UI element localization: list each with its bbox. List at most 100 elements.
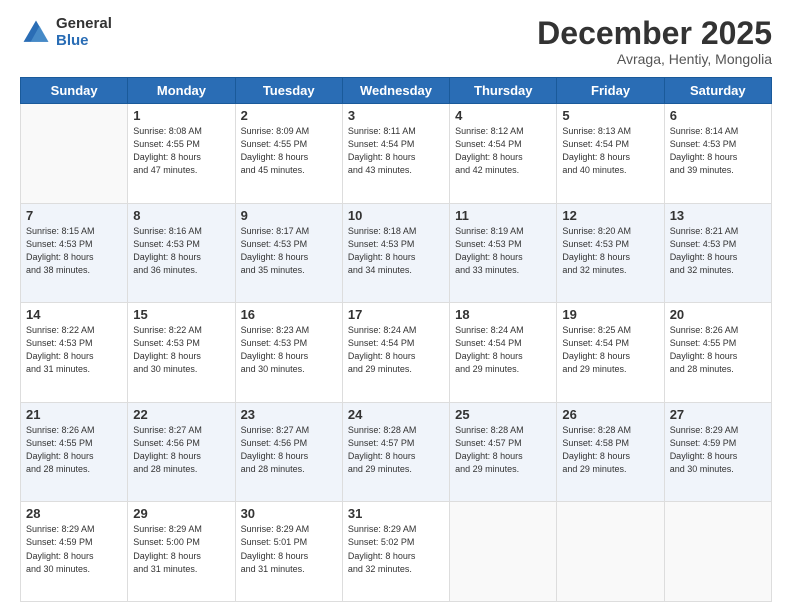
day-info: Sunrise: 8:24 AMSunset: 4:54 PMDaylight:… <box>348 324 444 376</box>
calendar-week-row: 1Sunrise: 8:08 AMSunset: 4:55 PMDaylight… <box>21 104 772 204</box>
day-number: 21 <box>26 407 122 422</box>
logo-general-text: General <box>56 16 112 33</box>
day-number: 22 <box>133 407 229 422</box>
day-info: Sunrise: 8:15 AMSunset: 4:53 PMDaylight:… <box>26 225 122 277</box>
day-info: Sunrise: 8:29 AMSunset: 5:02 PMDaylight:… <box>348 523 444 575</box>
table-row: 27 Sunrise: 8:29 AMSunset: 4:59 PMDayligh… <box>664 402 771 502</box>
table-row: 29 Sunrise: 8:29 AMSunset: 5:00 PMDayligh… <box>128 502 235 602</box>
day-info: Sunrise: 8:12 AMSunset: 4:54 PMDaylight:… <box>455 125 551 177</box>
day-number: 6 <box>670 108 766 123</box>
day-number: 20 <box>670 307 766 322</box>
col-monday: Monday <box>128 78 235 104</box>
calendar-week-row: 28 Sunrise: 8:29 AMSunset: 4:59 PMDayligh… <box>21 502 772 602</box>
day-number: 13 <box>670 208 766 223</box>
col-sunday: Sunday <box>21 78 128 104</box>
table-row: 4 Sunrise: 8:12 AMSunset: 4:54 PMDaylight… <box>450 104 557 204</box>
table-row: 7 Sunrise: 8:15 AMSunset: 4:53 PMDaylight… <box>21 203 128 303</box>
day-number: 25 <box>455 407 551 422</box>
day-info: Sunrise: 8:28 AMSunset: 4:57 PMDaylight:… <box>455 424 551 476</box>
day-number: 19 <box>562 307 658 322</box>
table-row: 25 Sunrise: 8:28 AMSunset: 4:57 PMDayligh… <box>450 402 557 502</box>
day-number: 8 <box>133 208 229 223</box>
location: Avraga, Hentiy, Mongolia <box>537 51 772 67</box>
calendar-table: Sunday Monday Tuesday Wednesday Thursday… <box>20 77 772 602</box>
table-row: 21 Sunrise: 8:26 AMSunset: 4:55 PMDayligh… <box>21 402 128 502</box>
day-number: 27 <box>670 407 766 422</box>
day-info: Sunrise: 8:27 AMSunset: 4:56 PMDaylight:… <box>133 424 229 476</box>
table-row: 18Sunrise: 8:24 AMSunset: 4:54 PMDayligh… <box>450 303 557 403</box>
month-title: December 2025 <box>537 16 772 51</box>
day-info: Sunrise: 8:20 AMSunset: 4:53 PMDaylight:… <box>562 225 658 277</box>
col-thursday: Thursday <box>450 78 557 104</box>
day-info: Sunrise: 8:23 AMSunset: 4:53 PMDaylight:… <box>241 324 337 376</box>
day-number: 11 <box>455 208 551 223</box>
logo-blue-text: Blue <box>56 33 112 50</box>
table-row: 12 Sunrise: 8:20 AMSunset: 4:53 PMDayligh… <box>557 203 664 303</box>
logo-icon <box>20 17 52 49</box>
table-row <box>557 502 664 602</box>
day-info: Sunrise: 8:09 AMSunset: 4:55 PMDaylight:… <box>241 125 337 177</box>
day-number: 2 <box>241 108 337 123</box>
table-row: 15Sunrise: 8:22 AMSunset: 4:53 PMDayligh… <box>128 303 235 403</box>
day-number: 26 <box>562 407 658 422</box>
table-row: 26 Sunrise: 8:28 AMSunset: 4:58 PMDayligh… <box>557 402 664 502</box>
title-block: December 2025 Avraga, Hentiy, Mongolia <box>537 16 772 67</box>
day-info: Sunrise: 8:17 AMSunset: 4:53 PMDaylight:… <box>241 225 337 277</box>
day-info: Sunrise: 8:13 AMSunset: 4:54 PMDaylight:… <box>562 125 658 177</box>
table-row: 8 Sunrise: 8:16 AMSunset: 4:53 PMDaylight… <box>128 203 235 303</box>
day-info: Sunrise: 8:21 AMSunset: 4:53 PMDaylight:… <box>670 225 766 277</box>
day-number: 3 <box>348 108 444 123</box>
calendar-week-row: 14 Sunrise: 8:22 AMSunset: 4:53 PMDayligh… <box>21 303 772 403</box>
page: General Blue December 2025 Avraga, Henti… <box>0 0 792 612</box>
table-row: 30Sunrise: 8:29 AMSunset: 5:01 PMDayligh… <box>235 502 342 602</box>
day-info: Sunrise: 8:29 AMSunset: 4:59 PMDaylight:… <box>26 523 122 575</box>
day-number: 12 <box>562 208 658 223</box>
day-info: Sunrise: 8:24 AMSunset: 4:54 PMDaylight:… <box>455 324 551 376</box>
day-number: 30 <box>241 506 337 521</box>
table-row: 20Sunrise: 8:26 AMSunset: 4:55 PMDayligh… <box>664 303 771 403</box>
table-row: 31 Sunrise: 8:29 AMSunset: 5:02 PMDayligh… <box>342 502 449 602</box>
table-row: 17Sunrise: 8:24 AMSunset: 4:54 PMDayligh… <box>342 303 449 403</box>
day-info: Sunrise: 8:16 AMSunset: 4:53 PMDaylight:… <box>133 225 229 277</box>
calendar-week-row: 21 Sunrise: 8:26 AMSunset: 4:55 PMDayligh… <box>21 402 772 502</box>
day-info: Sunrise: 8:27 AMSunset: 4:56 PMDaylight:… <box>241 424 337 476</box>
day-info: Sunrise: 8:28 AMSunset: 4:58 PMDaylight:… <box>562 424 658 476</box>
day-number: 4 <box>455 108 551 123</box>
day-info: Sunrise: 8:11 AMSunset: 4:54 PMDaylight:… <box>348 125 444 177</box>
table-row: 5 Sunrise: 8:13 AMSunset: 4:54 PMDaylight… <box>557 104 664 204</box>
day-info: Sunrise: 8:25 AMSunset: 4:54 PMDaylight:… <box>562 324 658 376</box>
logo: General Blue <box>20 16 112 49</box>
day-info: Sunrise: 8:26 AMSunset: 4:55 PMDaylight:… <box>26 424 122 476</box>
day-info: Sunrise: 8:29 AMSunset: 5:00 PMDaylight:… <box>133 523 229 575</box>
day-number: 31 <box>348 506 444 521</box>
day-number: 16 <box>241 307 337 322</box>
table-row <box>664 502 771 602</box>
table-row: 3 Sunrise: 8:11 AMSunset: 4:54 PMDaylight… <box>342 104 449 204</box>
day-number: 24 <box>348 407 444 422</box>
table-row <box>21 104 128 204</box>
logo-text: General Blue <box>56 16 112 49</box>
table-row: 6Sunrise: 8:14 AMSunset: 4:53 PMDaylight… <box>664 104 771 204</box>
day-info: Sunrise: 8:19 AMSunset: 4:53 PMDaylight:… <box>455 225 551 277</box>
day-info: Sunrise: 8:22 AMSunset: 4:53 PMDaylight:… <box>133 324 229 376</box>
table-row: 24 Sunrise: 8:28 AMSunset: 4:57 PMDayligh… <box>342 402 449 502</box>
day-number: 5 <box>562 108 658 123</box>
table-row: 23 Sunrise: 8:27 AMSunset: 4:56 PMDayligh… <box>235 402 342 502</box>
day-number: 14 <box>26 307 122 322</box>
day-number: 29 <box>133 506 229 521</box>
table-row: 1Sunrise: 8:08 AMSunset: 4:55 PMDaylight… <box>128 104 235 204</box>
day-number: 23 <box>241 407 337 422</box>
col-wednesday: Wednesday <box>342 78 449 104</box>
day-info: Sunrise: 8:29 AMSunset: 4:59 PMDaylight:… <box>670 424 766 476</box>
table-row: 16 Sunrise: 8:23 AMSunset: 4:53 PMDayligh… <box>235 303 342 403</box>
table-row: 28 Sunrise: 8:29 AMSunset: 4:59 PMDayligh… <box>21 502 128 602</box>
day-info: Sunrise: 8:28 AMSunset: 4:57 PMDaylight:… <box>348 424 444 476</box>
table-row: 14Sunrise: 8:22 AMSunset: 4:53 PMDayligh… <box>21 303 128 403</box>
day-number: 28 <box>26 506 122 521</box>
header: General Blue December 2025 Avraga, Henti… <box>20 16 772 67</box>
col-tuesday: Tuesday <box>235 78 342 104</box>
table-row: 13 Sunrise: 8:21 AMSunset: 4:53 PMDayligh… <box>664 203 771 303</box>
col-saturday: Saturday <box>664 78 771 104</box>
day-number: 7 <box>26 208 122 223</box>
calendar-header-row: Sunday Monday Tuesday Wednesday Thursday… <box>21 78 772 104</box>
